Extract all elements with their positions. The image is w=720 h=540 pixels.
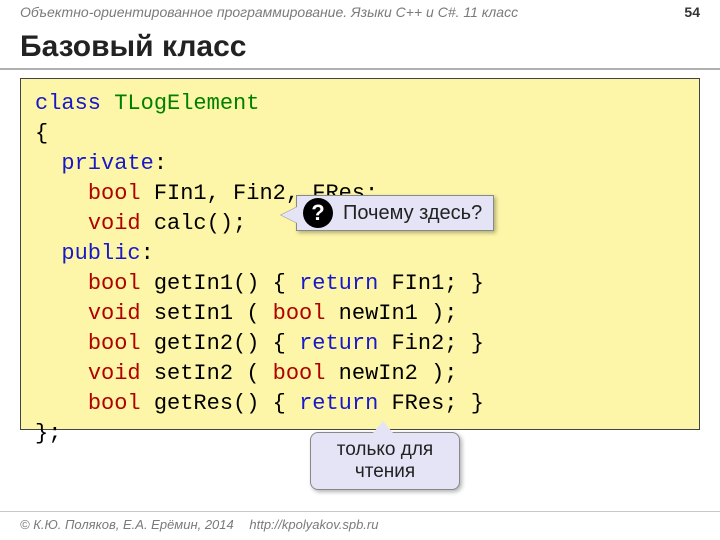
- kw-class: class: [35, 91, 101, 116]
- kw-bool: bool: [88, 181, 141, 206]
- slide: { "header": { "course": "Объектно-ориент…: [0, 0, 720, 540]
- footer-rule: [0, 511, 720, 512]
- footer: © К.Ю. Поляков, Е.А. Ерёмин, 2014 http:/…: [20, 517, 378, 532]
- course-name: Объектно-ориентированное программировани…: [20, 4, 518, 20]
- class-name: TLogElement: [101, 91, 259, 116]
- brace-close: };: [35, 421, 61, 446]
- callout-readonly: только для чтения: [310, 432, 460, 490]
- kw-public: public: [61, 241, 140, 266]
- kw-return: return: [299, 271, 378, 296]
- code-block: class TLogElement { private: bool FIn1, …: [20, 78, 700, 430]
- callout-readonly-l1: только для: [323, 439, 447, 461]
- footer-url: http://kpolyakov.spb.ru: [249, 517, 378, 532]
- kw-private: private: [61, 151, 153, 176]
- topbar: Объектно-ориентированное программировани…: [20, 4, 700, 20]
- brace-open: {: [35, 121, 48, 146]
- calc-decl: calc();: [141, 211, 247, 236]
- title-rule: [0, 68, 720, 70]
- kw-void: void: [88, 211, 141, 236]
- footer-authors: © К.Ю. Поляков, Е.А. Ерёмин, 2014: [20, 517, 234, 532]
- question-icon: ?: [303, 198, 333, 228]
- callout-readonly-l2: чтения: [323, 461, 447, 483]
- slide-title: Базовый класс: [20, 30, 246, 64]
- callout-why-here-text: Почему здесь?: [343, 202, 482, 225]
- page-number: 54: [684, 4, 700, 20]
- callout-why-here: ? Почему здесь?: [296, 195, 494, 231]
